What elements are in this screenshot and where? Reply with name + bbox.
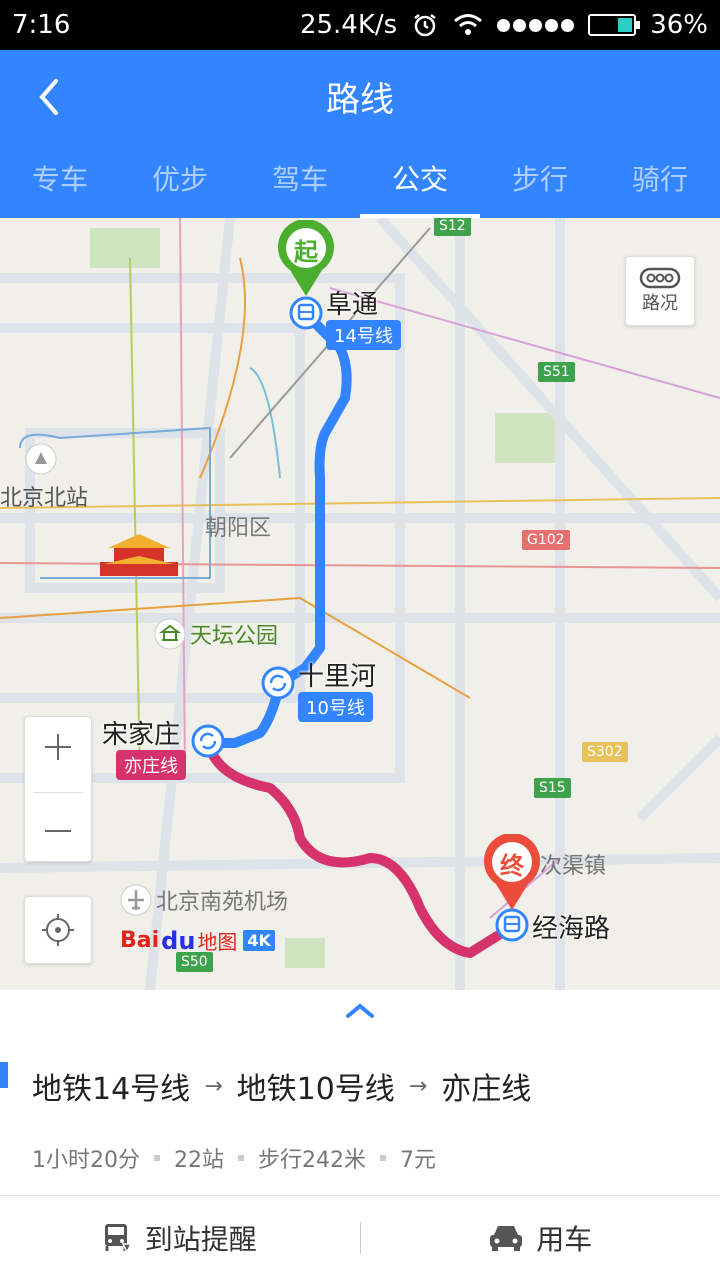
end-pin[interactable]: 终 — [482, 833, 542, 912]
status-time: 7:16 — [12, 10, 71, 40]
road-shield-s12: S12 — [434, 218, 471, 236]
app-header: 路线 专车 优步 驾车 公交 步行 骑行 — [0, 50, 720, 218]
bus-alert-icon — [104, 1224, 132, 1254]
road-shield-s302: S302 — [582, 742, 628, 762]
page-title: 路线 — [326, 80, 394, 120]
zoom-in-button[interactable] — [43, 729, 73, 769]
car-label: 用车 — [536, 1223, 593, 1256]
tab-bike[interactable]: 骑行 — [600, 150, 720, 218]
network-speed: 25.4K/s — [299, 10, 398, 40]
plus-icon — [45, 733, 71, 760]
poi-icon-train — [24, 442, 58, 482]
airport-icon — [120, 884, 152, 916]
route-segment-2: 地铁10号线 — [236, 1072, 395, 1107]
tab-walk[interactable]: 步行 — [480, 150, 600, 218]
line-tag-yizhuang: 亦庄线 — [116, 750, 186, 780]
route-summary[interactable]: 地铁14号线 → 地铁10号线 → 亦庄线 — [32, 1064, 531, 1108]
arrow-right-icon: → — [408, 1073, 428, 1099]
tab-transit[interactable]: 公交 — [360, 150, 480, 218]
expand-sheet-button[interactable] — [340, 998, 380, 1022]
status-bar: 7:16 25.4K/s 36% — [0, 0, 720, 50]
station-transfer1-name[interactable]: 十里河 — [298, 656, 376, 693]
locate-button[interactable] — [24, 896, 92, 964]
signal-icon — [497, 18, 575, 32]
logo-text-map: 地图 — [197, 930, 238, 954]
road-shield-s50: S50 — [176, 952, 213, 972]
train-station-icon — [25, 443, 57, 475]
poi-chaoyang: 朝阳区 — [205, 516, 272, 541]
poi-beijing-north[interactable]: 北京北站 — [0, 480, 88, 512]
logo-text-bai: Bai — [120, 928, 160, 953]
poi-nanyuan-airport[interactable]: 北京南苑机场 — [120, 884, 288, 916]
poi-temple-of-heaven-label: 天坛公园 — [190, 624, 279, 649]
arrival-alert-label: 到站提醒 — [144, 1223, 257, 1256]
park-icon — [154, 618, 186, 650]
transfer-icon-1 — [261, 666, 295, 704]
road-shield-s51: S51 — [538, 362, 575, 382]
arrival-alert-button[interactable]: 到站提醒 — [0, 1218, 360, 1258]
route-meta: 1小时20分 22站 步行242米 7元 — [32, 1142, 436, 1174]
route-stops: 22站 — [174, 1148, 224, 1173]
route-sheet: 地铁14号线 → 地铁10号线 → 亦庄线 1小时20分 22站 步行242米 … — [0, 990, 720, 1280]
route-duration: 1小时20分 — [32, 1148, 140, 1173]
route-segment-3: 亦庄线 — [441, 1072, 532, 1107]
station-transfer2-name[interactable]: 宋家庄 — [102, 714, 180, 751]
tab-zhuanche[interactable]: 专车 — [0, 150, 120, 218]
station-start-name[interactable]: 阜通 — [326, 284, 378, 321]
tiananmen-icon[interactable] — [96, 530, 182, 586]
alarm-icon — [411, 11, 439, 39]
car-icon — [490, 1226, 523, 1251]
station-end-name[interactable]: 经海路 — [532, 908, 610, 945]
poi-temple-of-heaven[interactable]: 天坛公园 — [154, 618, 278, 650]
tab-drive[interactable]: 驾车 — [240, 150, 360, 218]
tab-youbu[interactable]: 优步 — [120, 150, 240, 218]
poi-ciqu: 次渠镇 — [540, 854, 607, 879]
traffic-label: 路况 — [642, 293, 678, 314]
car-button[interactable]: 用车 — [361, 1218, 720, 1258]
line-tag-14: 14号线 — [326, 320, 401, 350]
road-shield-s15: S15 — [534, 778, 571, 798]
route-selected-marker — [0, 1062, 8, 1088]
route-walk: 步行242米 — [258, 1148, 366, 1173]
start-pin-label: 起 — [294, 238, 318, 266]
transport-tabs: 专车 优步 驾车 公交 步行 骑行 — [0, 150, 720, 218]
traffic-icon — [639, 267, 681, 289]
minus-icon — [45, 829, 71, 832]
battery-icon — [588, 14, 641, 36]
zoom-out-button[interactable] — [43, 816, 73, 850]
traffic-button[interactable]: 路况 — [625, 256, 695, 326]
end-pin-label: 终 — [500, 852, 524, 880]
route-price: 7元 — [400, 1148, 436, 1173]
route-map[interactable]: S12 S51 G102 S302 S15 S50 北京北站 朝阳区 天坛公园 … — [0, 218, 720, 990]
action-bar: 到站提醒 用车 — [0, 1196, 720, 1280]
battery-percent: 36% — [650, 10, 708, 40]
line-tag-10: 10号线 — [298, 692, 373, 722]
bus-stop-end-icon — [495, 908, 529, 946]
baidu-map-logo: Bai du 地图 4K — [120, 926, 275, 955]
logo-4k-badge: 4K — [243, 930, 275, 951]
bus-stop-start-icon — [289, 296, 323, 334]
chevron-up-icon — [346, 1003, 374, 1018]
zoom-control — [24, 716, 92, 862]
poi-nanyuan-airport-label: 北京南苑机场 — [156, 890, 289, 915]
transfer-icon-2 — [191, 724, 225, 762]
road-shield-g102: G102 — [522, 530, 570, 550]
logo-paw: du — [161, 926, 196, 955]
route-segment-1: 地铁14号线 — [32, 1072, 191, 1107]
locate-icon — [42, 914, 74, 946]
wifi-icon — [453, 13, 483, 37]
arrow-right-icon: → — [204, 1073, 223, 1099]
